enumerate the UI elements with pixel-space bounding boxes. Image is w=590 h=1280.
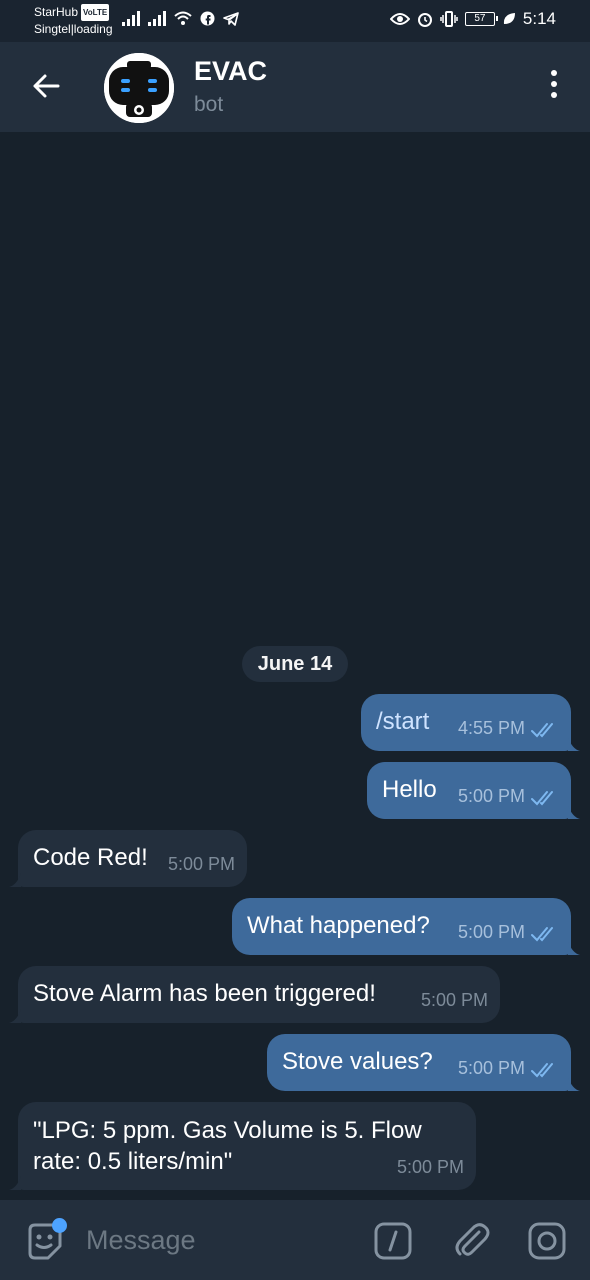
back-button[interactable]	[28, 68, 64, 104]
signal-icon	[122, 10, 140, 26]
wifi-icon	[174, 11, 192, 25]
message-text[interactable]: /start	[376, 708, 429, 736]
arrow-left-icon	[33, 74, 60, 98]
volte-badge: VoLTE	[81, 4, 110, 21]
bot-commands-button[interactable]	[374, 1222, 412, 1260]
double-check-icon	[531, 1063, 553, 1078]
bubble-tail	[568, 737, 580, 751]
status-icons-left	[122, 10, 239, 26]
message-bubble-incoming[interactable]: Stove Alarm has been triggered! 5:00 PM	[9, 966, 500, 1023]
message-time: 5:00 PM	[420, 990, 488, 1010]
message-input[interactable]	[86, 1222, 346, 1258]
alarm-icon	[417, 13, 432, 27]
telegram-icon	[223, 12, 239, 26]
double-check-icon	[531, 927, 553, 942]
carrier-name-2: Singtel|loading	[34, 22, 113, 36]
chat-header: EVAC bot	[0, 42, 590, 132]
message-text: Stove Alarm has been triggered!	[33, 980, 376, 1007]
camera-icon	[528, 1222, 566, 1260]
chat-subtitle: bot	[194, 93, 224, 116]
camera-button[interactable]	[527, 1221, 567, 1261]
battery-icon: 57	[464, 12, 498, 26]
message-time: 5:00 PM	[457, 786, 525, 806]
signal-2-icon	[148, 10, 166, 26]
message-composer	[0, 1200, 590, 1280]
message-bubble-outgoing[interactable]: Stove values? 5:00 PM	[267, 1034, 580, 1091]
dot	[551, 81, 557, 87]
message-text: Hello	[382, 776, 437, 803]
chat-title[interactable]: EVAC	[194, 56, 267, 87]
message-bubble-outgoing[interactable]: Hello 5:00 PM	[367, 762, 580, 819]
notification-dot	[52, 1218, 67, 1233]
bubble-tail	[9, 1176, 21, 1190]
bubble-tail	[568, 1077, 580, 1091]
dot	[551, 70, 557, 76]
vibrate-icon	[440, 11, 458, 27]
message-time: 4:55 PM	[457, 718, 525, 738]
robot-icon	[104, 53, 174, 123]
slash-command-icon	[374, 1222, 412, 1260]
clock: 5:14	[522, 9, 556, 28]
status-icons-right: 57 5:14	[389, 9, 556, 29]
attach-button[interactable]	[452, 1220, 492, 1260]
message-text: What happened?	[247, 912, 430, 939]
bubble-tail	[9, 873, 21, 887]
message-bubble-outgoing[interactable]: /start 4:55 PM	[361, 694, 580, 751]
bot-avatar[interactable]	[104, 53, 174, 123]
paperclip-icon	[455, 1223, 490, 1256]
message-time: 5:00 PM	[457, 922, 525, 942]
bubble-tail	[568, 941, 580, 955]
eye-icon	[389, 13, 410, 25]
more-options-button[interactable]	[544, 70, 564, 104]
dot	[551, 92, 557, 98]
carrier-name-1: StarHub	[34, 5, 79, 19]
facebook-icon	[200, 11, 215, 26]
message-time: 5:00 PM	[457, 1058, 525, 1078]
double-check-icon	[531, 723, 553, 738]
message-time: 5:00 PM	[167, 854, 235, 874]
carrier-info: StarHub VoLTE Singtel|loading	[34, 4, 113, 38]
message-text: Stove values?	[282, 1048, 433, 1075]
leaf-icon	[503, 13, 515, 24]
bubble-tail	[568, 805, 580, 819]
double-check-icon	[531, 791, 553, 806]
message-time: 5:00 PM	[396, 1157, 464, 1177]
message-text: Code Red!	[33, 844, 148, 871]
message-bubble-incoming[interactable]: "LPG: 5 ppm. Gas Volume is 5. Flow rate:…	[9, 1102, 476, 1190]
message-bubble-incoming[interactable]: Code Red! 5:00 PM	[9, 830, 247, 887]
bubble-tail	[9, 1009, 21, 1023]
status-bar: StarHub VoLTE Singtel|loading 57 5:14	[0, 0, 590, 42]
date-separator: June 14	[242, 646, 348, 682]
message-bubble-outgoing[interactable]: What happened? 5:00 PM	[232, 898, 580, 955]
